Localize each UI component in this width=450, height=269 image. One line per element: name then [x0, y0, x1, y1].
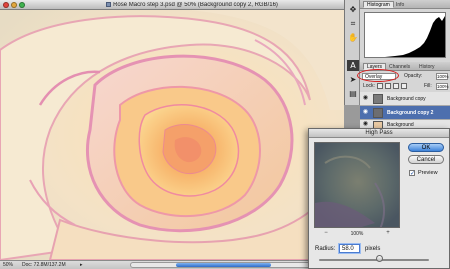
tools-strip: ✥ ⌗ ✋ A ➤ ▤ — [344, 0, 360, 105]
zoom-window-button[interactable] — [19, 2, 25, 8]
visibility-eye-icon[interactable]: ◉ — [362, 109, 369, 116]
path-selection-tool-icon[interactable]: ➤ — [347, 74, 359, 85]
move-tool-icon[interactable]: ✥ — [347, 4, 359, 15]
radius-slider-thumb[interactable] — [376, 255, 383, 262]
close-window-button[interactable] — [3, 2, 9, 8]
lock-image-icon[interactable] — [385, 83, 391, 89]
blend-mode-select[interactable]: Overlay — [362, 73, 396, 80]
zoom-in-button[interactable]: + — [384, 230, 392, 237]
lock-label: Lock: — [363, 83, 375, 89]
blend-row: Overlay Opacity: 100% — [357, 69, 450, 82]
preview-zoom-value: 100% — [350, 231, 364, 237]
preview-checkbox-label: Preview — [418, 170, 438, 176]
document-status-bar: 50% Doc: 72.8M/137.2M ▸ — [0, 260, 344, 269]
horizontal-scrollbar[interactable] — [130, 262, 320, 268]
tab-history[interactable]: History — [415, 63, 439, 70]
tab-info[interactable]: Info — [392, 1, 408, 8]
high-pass-dialog: High Pass − 100% + OK Cancel ✓ Preview R… — [308, 128, 450, 269]
tab-layers[interactable]: Layers — [363, 63, 387, 70]
opacity-input[interactable]: 100% — [436, 73, 449, 80]
preview-checkbox[interactable]: ✓ — [409, 170, 415, 177]
visibility-eye-icon[interactable]: ◉ — [362, 121, 369, 128]
cancel-button[interactable]: Cancel — [408, 155, 444, 164]
radius-slider-track[interactable] — [319, 259, 429, 261]
layer-row[interactable]: ◉ Background copy — [360, 92, 450, 106]
notes-tool-icon[interactable]: ▤ — [347, 88, 359, 99]
lock-row: Lock: Fill: 100% — [360, 82, 450, 91]
radius-unit: pixels — [365, 246, 381, 252]
layer-thumbnail — [373, 94, 383, 104]
lock-all-icon[interactable] — [401, 83, 407, 89]
preview-zoom-row: − 100% + — [314, 230, 400, 238]
type-tool-icon[interactable]: A — [347, 60, 359, 71]
document-title-wrap: Rose Macro step 3.psd @ 50% (Background … — [60, 2, 324, 8]
minimize-window-button[interactable] — [11, 2, 17, 8]
lock-position-icon[interactable] — [393, 83, 399, 89]
radius-label: Radius: — [315, 246, 336, 252]
document-titlebar: Rose Macro step 3.psd @ 50% (Background … — [0, 0, 344, 10]
radius-row: Radius: 58.0 pixels — [315, 244, 435, 254]
zoom-out-button[interactable]: − — [322, 230, 330, 237]
filter-preview[interactable] — [314, 142, 400, 228]
histogram-graph — [375, 16, 445, 57]
lock-transparent-icon[interactable] — [377, 83, 383, 89]
hand-tool-icon[interactable]: ✋ — [347, 32, 359, 43]
histogram-display — [364, 12, 446, 58]
document-icon — [106, 2, 112, 7]
image-canvas[interactable] — [0, 10, 344, 260]
crop-tool-icon[interactable]: ⌗ — [347, 18, 359, 29]
fill-input[interactable]: 100% — [436, 83, 449, 90]
rose-photo — [0, 10, 344, 260]
preview-image — [315, 143, 399, 227]
status-menu-arrow[interactable]: ▸ — [80, 262, 83, 268]
layer-row-selected[interactable]: ◉ Background copy 2 — [360, 106, 450, 120]
radius-input[interactable]: 58.0 — [339, 244, 360, 253]
scrollbar-thumb[interactable] — [176, 263, 271, 267]
layer-thumbnail — [373, 108, 383, 118]
layer-name: Background copy 2 — [387, 110, 434, 116]
opacity-label: Opacity: — [404, 73, 423, 79]
status-doc-size: Doc: 72.8M/137.2M — [22, 262, 66, 268]
document-title: Rose Macro step 3.psd @ 50% (Background … — [113, 2, 278, 8]
layer-name: Background copy — [387, 96, 426, 102]
status-zoom[interactable]: 50% — [3, 262, 13, 268]
histogram-panel-tabs: Histogram Info — [360, 0, 450, 9]
layers-panel-tabs: Layers Channels History — [360, 62, 450, 71]
visibility-eye-icon[interactable]: ◉ — [362, 95, 369, 102]
fill-label: Fill: — [424, 83, 432, 89]
tab-channels[interactable]: Channels — [385, 63, 414, 70]
dialog-title: High Pass — [309, 129, 449, 138]
ok-button[interactable]: OK — [408, 143, 444, 152]
tab-histogram[interactable]: Histogram — [363, 1, 394, 8]
